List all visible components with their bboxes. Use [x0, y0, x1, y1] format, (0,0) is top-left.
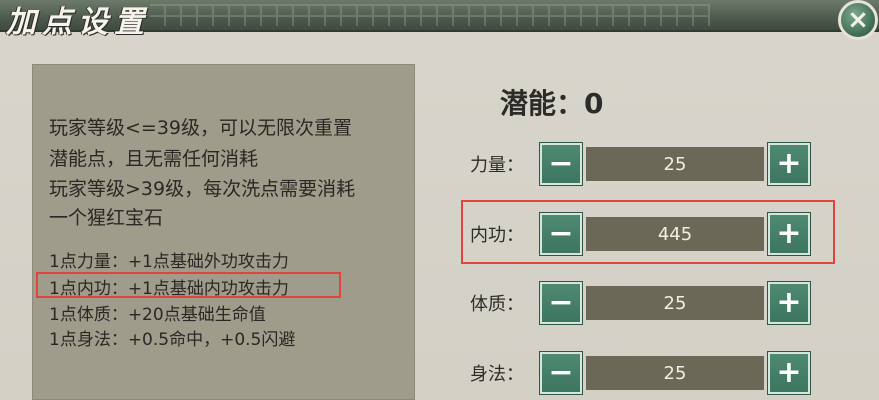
- window-title: 加点设置: [6, 5, 150, 40]
- rule-line: 玩家等级<=39级，可以无限次重置: [49, 117, 353, 139]
- decrease-strength-button[interactable]: −: [539, 142, 583, 186]
- stat-row-highlight-box: [461, 200, 835, 264]
- increase-constitution-button[interactable]: +: [767, 281, 811, 325]
- plus-icon: +: [776, 146, 802, 181]
- close-button[interactable]: ×: [838, 0, 878, 40]
- plus-icon: +: [776, 285, 802, 320]
- stat-label: 力量：: [470, 155, 524, 176]
- increase-agility-button[interactable]: +: [767, 351, 811, 395]
- bonus-line-strength: 1点力量：+1点基础外功攻击力: [49, 252, 289, 272]
- plus-icon: +: [776, 355, 802, 390]
- rule-line: 潜能点，且无需任何消耗: [49, 148, 259, 170]
- stat-value: 25: [586, 286, 764, 320]
- rule-line: 一个猩红宝石: [49, 207, 164, 229]
- stat-label: 体质：: [470, 294, 524, 315]
- stat-row-constitution: 体质： − 25 +: [470, 281, 830, 325]
- stat-row-strength: 力量： − 25 +: [470, 142, 830, 186]
- minus-icon: −: [548, 285, 574, 320]
- attribute-allocation-window: 加点设置 × 玩家等级<=39级，可以无限次重置 潜能点，且无需任何消耗 玩家等…: [0, 0, 879, 400]
- rule-line: 玩家等级>39级，每次洗点需要消耗: [49, 178, 356, 200]
- decrease-agility-button[interactable]: −: [539, 351, 583, 395]
- stat-value: 25: [586, 147, 764, 181]
- bonus-highlight-box: [36, 272, 341, 298]
- potential-points: 潜能：0: [500, 87, 604, 120]
- title-bar: 加点设置: [0, 0, 879, 40]
- bonus-line-agility: 1点身法：+0.5命中，+0.5闪避: [49, 330, 296, 350]
- minus-icon: −: [548, 355, 574, 390]
- title-bar-pattern: [150, 4, 710, 26]
- minus-icon: −: [548, 146, 574, 181]
- stat-label: 身法：: [470, 364, 524, 385]
- close-icon: ×: [847, 5, 869, 35]
- info-panel: 玩家等级<=39级，可以无限次重置 潜能点，且无需任何消耗 玩家等级>39级，每…: [32, 64, 415, 400]
- decrease-constitution-button[interactable]: −: [539, 281, 583, 325]
- bonus-line-constitution: 1点体质：+20点基础生命值: [49, 305, 266, 325]
- stat-value: 25: [586, 356, 764, 390]
- stat-row-agility: 身法： − 25 +: [470, 351, 830, 395]
- increase-strength-button[interactable]: +: [767, 142, 811, 186]
